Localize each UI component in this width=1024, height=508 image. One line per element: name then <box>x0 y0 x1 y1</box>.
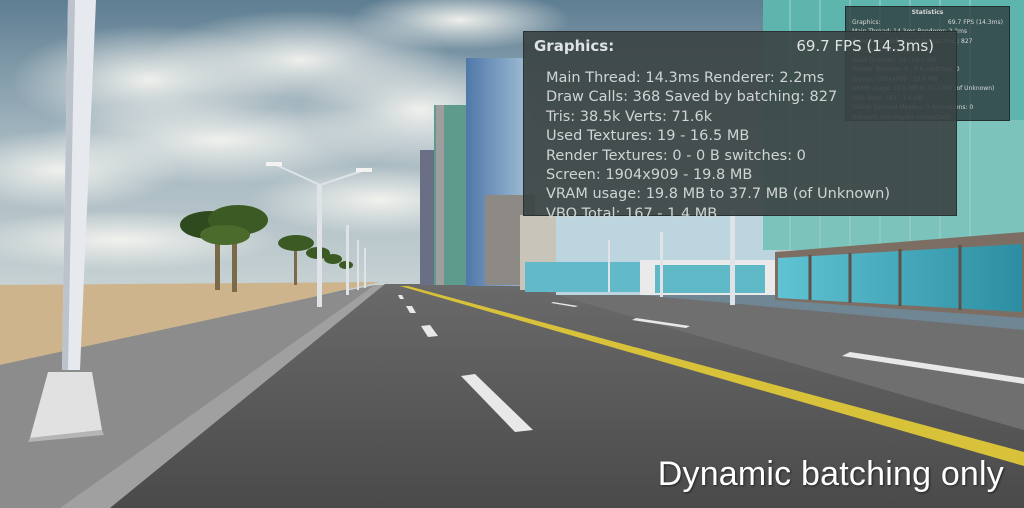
mini-fps: 69.7 FPS (14.3ms) <box>947 18 1003 26</box>
fps-readout: 69.7 FPS (14.3ms) <box>796 37 934 55</box>
screen-stat: Screen: 1904x909 - 19.8 MB <box>546 167 753 184</box>
draw-calls-stat: Draw Calls: 368 Saved by batching: 827 <box>546 89 838 106</box>
vbo-total-stat: VBO Total: 167 - 1.4 MB <box>546 205 718 222</box>
stats-lines: Main Thread: 14.3ms Renderer: 2.2ms Draw… <box>534 69 946 224</box>
graphics-stats-panel: Graphics: 69.7 FPS (14.3ms) Main Thread:… <box>523 31 957 222</box>
statistics-title: Statistics <box>911 9 944 16</box>
vram-usage-stat: VRAM usage: 19.8 MB to 37.7 MB (of Unkno… <box>546 186 890 203</box>
caption-text: Dynamic batching only <box>657 455 1004 493</box>
tris-verts-stat: Tris: 38.5k Verts: 71.6k <box>546 108 713 125</box>
mini-graphics-label: Graphics: <box>852 18 881 26</box>
graphics-title: Graphics: <box>534 37 615 55</box>
main-thread-stat: Main Thread: 14.3ms Renderer: 2.2ms <box>546 70 825 86</box>
stats-header: Graphics: 69.7 FPS (14.3ms) <box>534 37 946 63</box>
used-textures-stat: Used Textures: 19 - 16.5 MB <box>546 128 750 145</box>
render-textures-stat: Render Textures: 0 - 0 B switches: 0 <box>546 147 806 164</box>
